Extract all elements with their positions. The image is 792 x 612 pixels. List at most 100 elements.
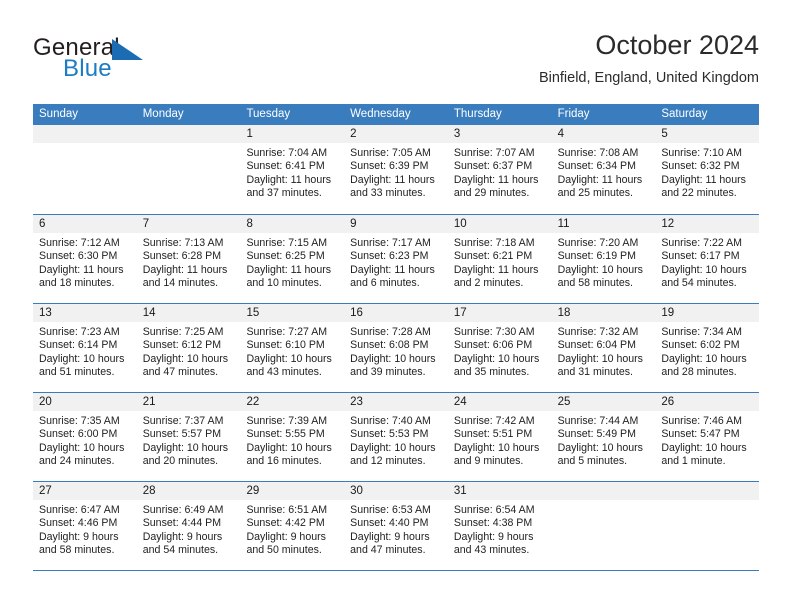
- day-number: 23: [344, 393, 448, 411]
- calendar-day-cell[interactable]: 2 Sunrise: 7:05 AM Sunset: 6:39 PM Daylight…: [344, 125, 448, 214]
- sunrise-text: Sunrise: 7:30 AM: [453, 326, 535, 338]
- sunset-text: Sunset: 6:06 PM: [453, 339, 533, 352]
- day-number: 2: [344, 125, 448, 143]
- calendar-day-cell[interactable]: 28 Sunrise: 6:49 AM Sunset: 4:44 PM Dayligh…: [136, 482, 241, 570]
- day-details: Sunrise: 7:07 AM Sunset: 6:37 PM Daylight:…: [448, 143, 552, 201]
- sunset-text: Sunset: 6:12 PM: [142, 339, 222, 352]
- weekday-saturday: Saturday: [661, 108, 708, 120]
- calendar-grid: Sunday Monday Tuesday Wednesday Thursday…: [33, 104, 760, 571]
- calendar-day-cell[interactable]: 3 Sunrise: 7:07 AM Sunset: 6:37 PM Daylight…: [447, 125, 552, 214]
- calendar-day-cell[interactable]: 19 Sunrise: 7:34 AM Sunset: 6:02 PM Dayligh…: [655, 304, 760, 392]
- daylight-text: Daylight: 10 hours and 43 minutes.: [246, 352, 332, 379]
- sunset-text: Sunset: 6:17 PM: [661, 250, 740, 263]
- sunset-text: Sunset: 5:57 PM: [142, 428, 222, 441]
- sunrise-text: Sunrise: 7:20 AM: [557, 237, 639, 249]
- day-details: Sunrise: 7:32 AM Sunset: 6:04 PM Daylight:…: [552, 322, 656, 380]
- daylight-text: Daylight: 11 hours and 2 minutes.: [453, 263, 539, 290]
- sunrise-text: Sunrise: 7:25 AM: [142, 326, 224, 338]
- sunset-text: Sunset: 5:51 PM: [453, 428, 533, 441]
- day-number: 13: [33, 304, 137, 322]
- daylight-text: Daylight: 9 hours and 43 minutes.: [453, 530, 534, 557]
- calendar-day-cell[interactable]: 12 Sunrise: 7:22 AM Sunset: 6:17 PM Dayligh…: [655, 215, 760, 303]
- daylight-text: Daylight: 11 hours and 14 minutes.: [142, 263, 228, 290]
- sunrise-text: Sunrise: 7:34 AM: [661, 326, 742, 338]
- calendar-day-cell[interactable]: 17 Sunrise: 7:30 AM Sunset: 6:06 PM Dayligh…: [447, 304, 552, 392]
- sunset-text: Sunset: 4:46 PM: [39, 517, 118, 530]
- calendar-day-cell[interactable]: 6 Sunrise: 7:12 AM Sunset: 6:30 PM Daylight…: [33, 215, 137, 303]
- day-number: 1: [240, 125, 345, 143]
- daylight-text: Daylight: 10 hours and 1 minute.: [661, 441, 747, 468]
- calendar-day-cell[interactable]: 22 Sunrise: 7:39 AM Sunset: 5:55 PM Dayligh…: [240, 393, 345, 481]
- calendar-day-cell[interactable]: 23 Sunrise: 7:40 AM Sunset: 5:53 PM Dayligh…: [344, 393, 448, 481]
- calendar-day-cell[interactable]: 30 Sunrise: 6:53 AM Sunset: 4:40 PM Dayligh…: [344, 482, 448, 570]
- sunset-text: Sunset: 5:49 PM: [557, 428, 636, 441]
- calendar-day-cell[interactable]: 15 Sunrise: 7:27 AM Sunset: 6:10 PM Dayligh…: [240, 304, 345, 392]
- day-details: Sunrise: 6:47 AM Sunset: 4:46 PM Daylight:…: [33, 500, 137, 558]
- day-number: 22: [240, 393, 345, 411]
- calendar-day-cell[interactable]: 21 Sunrise: 7:37 AM Sunset: 5:57 PM Dayligh…: [136, 393, 241, 481]
- sunset-text: Sunset: 6:41 PM: [246, 160, 325, 173]
- weekday-friday: Friday: [557, 108, 590, 120]
- calendar-day-cell[interactable]: 11 Sunrise: 7:20 AM Sunset: 6:19 PM Dayligh…: [551, 215, 656, 303]
- sunrise-text: Sunrise: 7:13 AM: [142, 237, 224, 249]
- calendar-day-cell[interactable]: 10 Sunrise: 7:18 AM Sunset: 6:21 PM Dayligh…: [447, 215, 552, 303]
- weekday-wednesday: Wednesday: [350, 108, 411, 120]
- calendar-page: General Blue October 2024 Binfield, Engl…: [0, 0, 792, 612]
- calendar-day-cell[interactable]: 31 Sunrise: 6:54 AM Sunset: 4:38 PM Dayligh…: [447, 482, 552, 570]
- day-details: Sunrise: 7:22 AM Sunset: 6:17 PM Daylight:…: [655, 233, 759, 291]
- day-details: Sunrise: 7:27 AM Sunset: 6:10 PM Daylight:…: [240, 322, 344, 380]
- daylight-text: Daylight: 10 hours and 20 minutes.: [142, 441, 229, 468]
- day-number: 12: [655, 215, 760, 233]
- daylight-text: Daylight: 10 hours and 35 minutes.: [453, 352, 540, 379]
- daylight-text: Daylight: 10 hours and 24 minutes.: [39, 441, 125, 468]
- brand-logo[interactable]: General Blue: [33, 34, 253, 90]
- daylight-text: Daylight: 11 hours and 29 minutes.: [453, 173, 539, 200]
- sunrise-text: Sunrise: 6:47 AM: [39, 504, 120, 516]
- day-number: 5: [655, 125, 760, 143]
- calendar-day-cell[interactable]: 16 Sunrise: 7:28 AM Sunset: 6:08 PM Dayligh…: [344, 304, 448, 392]
- daylight-text: Daylight: 10 hours and 16 minutes.: [246, 441, 332, 468]
- day-number: [551, 482, 656, 500]
- daylight-text: Daylight: 10 hours and 58 minutes.: [557, 263, 643, 290]
- day-details: Sunrise: 6:49 AM Sunset: 4:44 PM Daylight:…: [137, 500, 241, 558]
- calendar-day-cell[interactable]: 4 Sunrise: 7:08 AM Sunset: 6:34 PM Daylight…: [551, 125, 656, 214]
- day-details: Sunrise: 7:17 AM Sunset: 6:23 PM Daylight:…: [344, 233, 448, 291]
- day-number: 3: [447, 125, 552, 143]
- calendar-day-cell[interactable]: 13 Sunrise: 7:23 AM Sunset: 6:14 PM Dayligh…: [33, 304, 137, 392]
- calendar-day-cell[interactable]: 9 Sunrise: 7:17 AM Sunset: 6:23 PM Daylight…: [344, 215, 448, 303]
- calendar-day-cell[interactable]: 20 Sunrise: 7:35 AM Sunset: 6:00 PM Dayligh…: [33, 393, 137, 481]
- daylight-text: Daylight: 9 hours and 58 minutes.: [39, 530, 119, 557]
- daylight-text: Daylight: 11 hours and 25 minutes.: [557, 173, 643, 200]
- daylight-text: Daylight: 11 hours and 33 minutes.: [350, 173, 435, 200]
- calendar-day-cell[interactable]: 1 Sunrise: 7:04 AM Sunset: 6:41 PM Daylight…: [240, 125, 345, 214]
- sunrise-text: Sunrise: 6:49 AM: [142, 504, 224, 516]
- calendar-day-cell[interactable]: 29 Sunrise: 6:51 AM Sunset: 4:42 PM Dayligh…: [240, 482, 345, 570]
- sunset-text: Sunset: 6:28 PM: [142, 250, 222, 263]
- day-details: Sunrise: 7:44 AM Sunset: 5:49 PM Daylight:…: [552, 411, 656, 469]
- day-number: 19: [655, 304, 760, 322]
- calendar-day-cell[interactable]: 27 Sunrise: 6:47 AM Sunset: 4:46 PM Dayligh…: [33, 482, 137, 570]
- sunrise-text: Sunrise: 7:28 AM: [350, 326, 431, 338]
- calendar-day-cell[interactable]: 14 Sunrise: 7:25 AM Sunset: 6:12 PM Dayligh…: [136, 304, 241, 392]
- calendar-day-cell[interactable]: 5 Sunrise: 7:10 AM Sunset: 6:32 PM Daylight…: [655, 125, 760, 214]
- sunset-text: Sunset: 5:53 PM: [350, 428, 429, 441]
- sunset-text: Sunset: 6:02 PM: [661, 339, 740, 352]
- calendar-week-row: 27 Sunrise: 6:47 AM Sunset: 4:46 PM Dayligh…: [33, 481, 760, 571]
- calendar-day-cell-empty: [33, 125, 137, 214]
- sunrise-text: Sunrise: 7:35 AM: [39, 415, 120, 427]
- calendar-day-cell[interactable]: 25 Sunrise: 7:44 AM Sunset: 5:49 PM Dayligh…: [551, 393, 656, 481]
- sunrise-text: Sunrise: 7:32 AM: [557, 326, 639, 338]
- calendar-day-cell[interactable]: 7 Sunrise: 7:13 AM Sunset: 6:28 PM Daylight…: [136, 215, 241, 303]
- day-number: 10: [447, 215, 552, 233]
- calendar-day-cell[interactable]: 26 Sunrise: 7:46 AM Sunset: 5:47 PM Dayligh…: [655, 393, 760, 481]
- day-number: 8: [240, 215, 345, 233]
- daylight-text: Daylight: 10 hours and 47 minutes.: [142, 352, 229, 379]
- calendar-day-cell[interactable]: 8 Sunrise: 7:15 AM Sunset: 6:25 PM Daylight…: [240, 215, 345, 303]
- day-number: 29: [240, 482, 345, 500]
- weekday-thursday: Thursday: [453, 108, 502, 120]
- day-number: 11: [551, 215, 656, 233]
- day-number: 21: [136, 393, 241, 411]
- calendar-day-cell[interactable]: 18 Sunrise: 7:32 AM Sunset: 6:04 PM Dayligh…: [551, 304, 656, 392]
- calendar-day-cell[interactable]: 24 Sunrise: 7:42 AM Sunset: 5:51 PM Dayligh…: [447, 393, 552, 481]
- weekday-tuesday: Tuesday: [246, 108, 291, 120]
